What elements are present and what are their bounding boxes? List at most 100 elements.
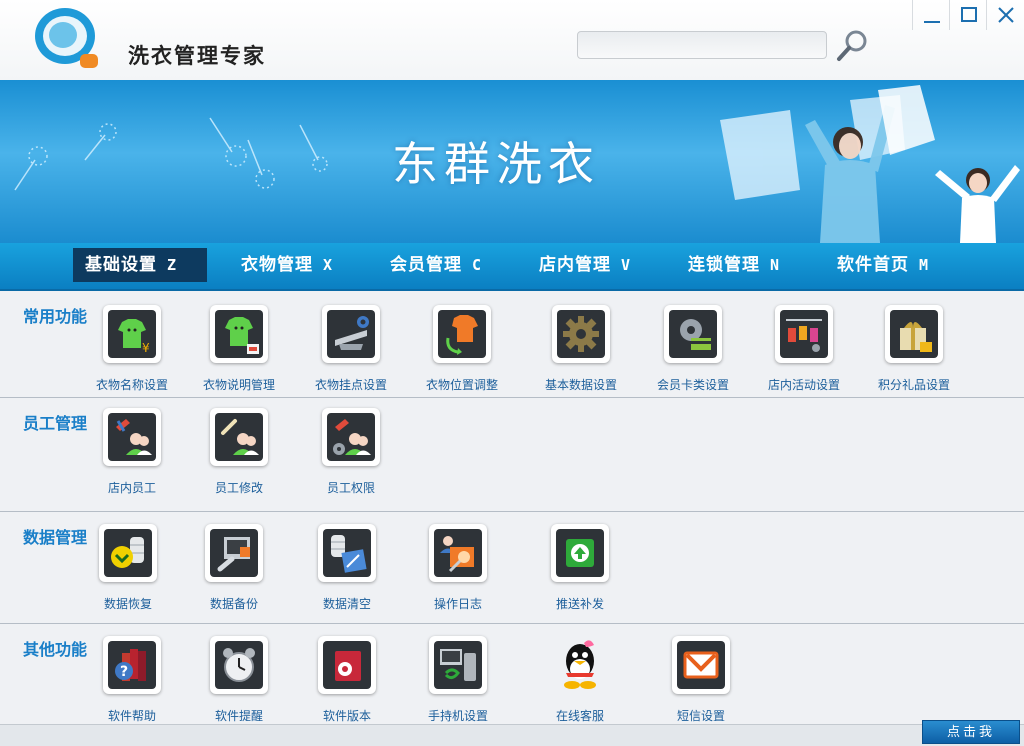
- status-bar: [0, 724, 1024, 746]
- tile-label: 推送补发: [555, 597, 604, 611]
- tile-label: 衣物位置调整: [425, 378, 498, 392]
- gift-icon: [890, 310, 938, 358]
- tile-software-help[interactable]: ? 软件帮助: [77, 636, 187, 724]
- mail-icon: [677, 641, 725, 689]
- main-nav: 基础设置 Z 衣物管理 X 会员管理 C 店内管理 V 连锁管理 N 软件首页 M: [0, 243, 1024, 291]
- tile-software-reminder[interactable]: 软件提醒: [184, 636, 294, 724]
- svg-text:?: ?: [120, 664, 128, 680]
- tab-clothes-management[interactable]: 衣物管理 X: [229, 248, 345, 282]
- title-bar: 洗衣管理专家: [0, 0, 1024, 80]
- tile-label: 会员卡类设置: [656, 378, 729, 392]
- alarm-clock-icon: [215, 641, 263, 689]
- function-panel: 常用功能 ¥ 衣物名称设置 衣物说明管理 衣物挂点设置 衣物位置调整 基本数据设…: [0, 291, 1024, 724]
- tab-member-management[interactable]: 会员管理 C: [378, 248, 494, 282]
- tab-shortcut: N: [770, 256, 781, 274]
- tab-label: 店内管理: [539, 255, 611, 275]
- maximize-button[interactable]: [949, 0, 987, 30]
- tile-store-staff[interactable]: 店内员工: [77, 408, 187, 496]
- app-logo-icon: [35, 8, 98, 68]
- tile-label: 基本数据设置: [544, 378, 617, 392]
- tile-staff-permission[interactable]: 员工权限: [296, 408, 406, 496]
- child-figure: [935, 165, 1020, 243]
- tile-staff-edit[interactable]: 员工修改: [184, 408, 294, 496]
- tab-label: 软件首页: [837, 255, 909, 275]
- tile-sms-settings[interactable]: 短信设置: [646, 636, 756, 724]
- tile-handheld-settings[interactable]: 手持机设置: [403, 636, 513, 724]
- hanger-gear-icon: [327, 310, 375, 358]
- database-restore-icon: [104, 529, 152, 577]
- tile-label: 软件提醒: [214, 709, 263, 723]
- tile-label: 短信设置: [676, 709, 725, 723]
- tile-hanger-settings[interactable]: 衣物挂点设置: [296, 305, 406, 393]
- minimize-icon: [923, 21, 940, 23]
- tile-data-restore[interactable]: 数据恢复: [73, 524, 183, 612]
- svg-text:¥: ¥: [142, 341, 150, 355]
- tab-shortcut: Z: [167, 256, 178, 274]
- handheld-icon: [434, 641, 482, 689]
- tab-shortcut: V: [621, 256, 632, 274]
- tags-icon: [780, 310, 828, 358]
- staff-icon: [108, 413, 156, 461]
- shirt-note-icon: [215, 310, 263, 358]
- tile-label: 衣物挂点设置: [314, 378, 387, 392]
- banner: 东群洗衣: [0, 80, 1024, 243]
- section-data-management: 数据管理 数据恢复 数据备份 数据清空 操作日志 推送补发: [0, 512, 1024, 624]
- tab-shortcut: M: [919, 256, 930, 274]
- tab-chain-management[interactable]: 连锁管理 N: [676, 248, 792, 282]
- tile-clothes-position[interactable]: 衣物位置调整: [407, 305, 517, 393]
- tile-label: 在线客服: [555, 709, 604, 723]
- tile-label: 软件版本: [322, 709, 371, 723]
- tile-software-version[interactable]: 软件版本: [292, 636, 402, 724]
- tile-label: 手持机设置: [427, 709, 488, 723]
- tile-clothes-description[interactable]: 衣物说明管理: [184, 305, 294, 393]
- push-up-icon: [556, 529, 604, 577]
- tile-push-resend[interactable]: 推送补发: [525, 524, 635, 612]
- version-icon: [323, 641, 371, 689]
- close-button[interactable]: [986, 0, 1024, 30]
- tab-label: 衣物管理: [241, 255, 313, 275]
- section-common-functions: 常用功能 ¥ 衣物名称设置 衣物说明管理 衣物挂点设置 衣物位置调整 基本数据设…: [0, 291, 1024, 398]
- search-icon[interactable]: [834, 28, 870, 64]
- tab-store-management[interactable]: 店内管理 V: [527, 248, 643, 282]
- qq-penguin-icon: [564, 640, 596, 689]
- database-backup-icon: [210, 529, 258, 577]
- tile-label: 衣物说明管理: [202, 378, 275, 392]
- tab-home[interactable]: 软件首页 M: [825, 248, 941, 282]
- tile-label: 软件帮助: [107, 709, 156, 723]
- tile-clothes-name-settings[interactable]: ¥ 衣物名称设置: [77, 305, 187, 393]
- dandelion-seed-icon: [14, 146, 48, 191]
- tile-store-activity-settings[interactable]: 店内活动设置: [749, 305, 859, 393]
- tile-label: 数据清空: [322, 597, 371, 611]
- tab-label: 会员管理: [390, 255, 462, 275]
- log-search-icon: [434, 529, 482, 577]
- maximize-icon: [960, 7, 977, 22]
- tile-points-gift-settings[interactable]: 积分礼品设置: [859, 305, 969, 393]
- tab-label: 基础设置: [85, 255, 157, 275]
- dandelion-seed-icon: [247, 139, 275, 189]
- tab-shortcut: X: [323, 256, 334, 274]
- tile-operation-log[interactable]: 操作日志: [403, 524, 513, 612]
- tile-label: 员工权限: [326, 481, 375, 495]
- tile-online-service[interactable]: 在线客服: [525, 636, 635, 724]
- tile-data-backup[interactable]: 数据备份: [179, 524, 289, 612]
- dandelion-seed-icon: [299, 124, 328, 172]
- search-input[interactable]: [577, 31, 827, 59]
- tile-data-clear[interactable]: 数据清空: [292, 524, 402, 612]
- tab-basic-settings[interactable]: 基础设置 Z: [73, 248, 207, 282]
- database-clear-icon: [323, 529, 371, 577]
- tile-label: 店内活动设置: [767, 378, 840, 392]
- section-staff-management: 员工管理 店内员工 员工修改 员工权限: [0, 398, 1024, 512]
- tile-label: 积分礼品设置: [877, 378, 950, 392]
- help-book-icon: ?: [108, 641, 156, 689]
- tile-label: 数据恢复: [103, 597, 152, 611]
- minimize-button[interactable]: [912, 0, 950, 30]
- tile-member-card-settings[interactable]: 会员卡类设置: [638, 305, 748, 393]
- tile-label: 衣物名称设置: [95, 378, 168, 392]
- dandelion-seed-icon: [209, 117, 247, 167]
- staff-permission-icon: [327, 413, 375, 461]
- click-me-button[interactable]: 点击我: [922, 720, 1020, 744]
- tile-label: 数据备份: [209, 597, 258, 611]
- tile-label: 员工修改: [214, 481, 263, 495]
- tile-label: 店内员工: [107, 481, 156, 495]
- tile-basic-data-settings[interactable]: 基本数据设置: [526, 305, 636, 393]
